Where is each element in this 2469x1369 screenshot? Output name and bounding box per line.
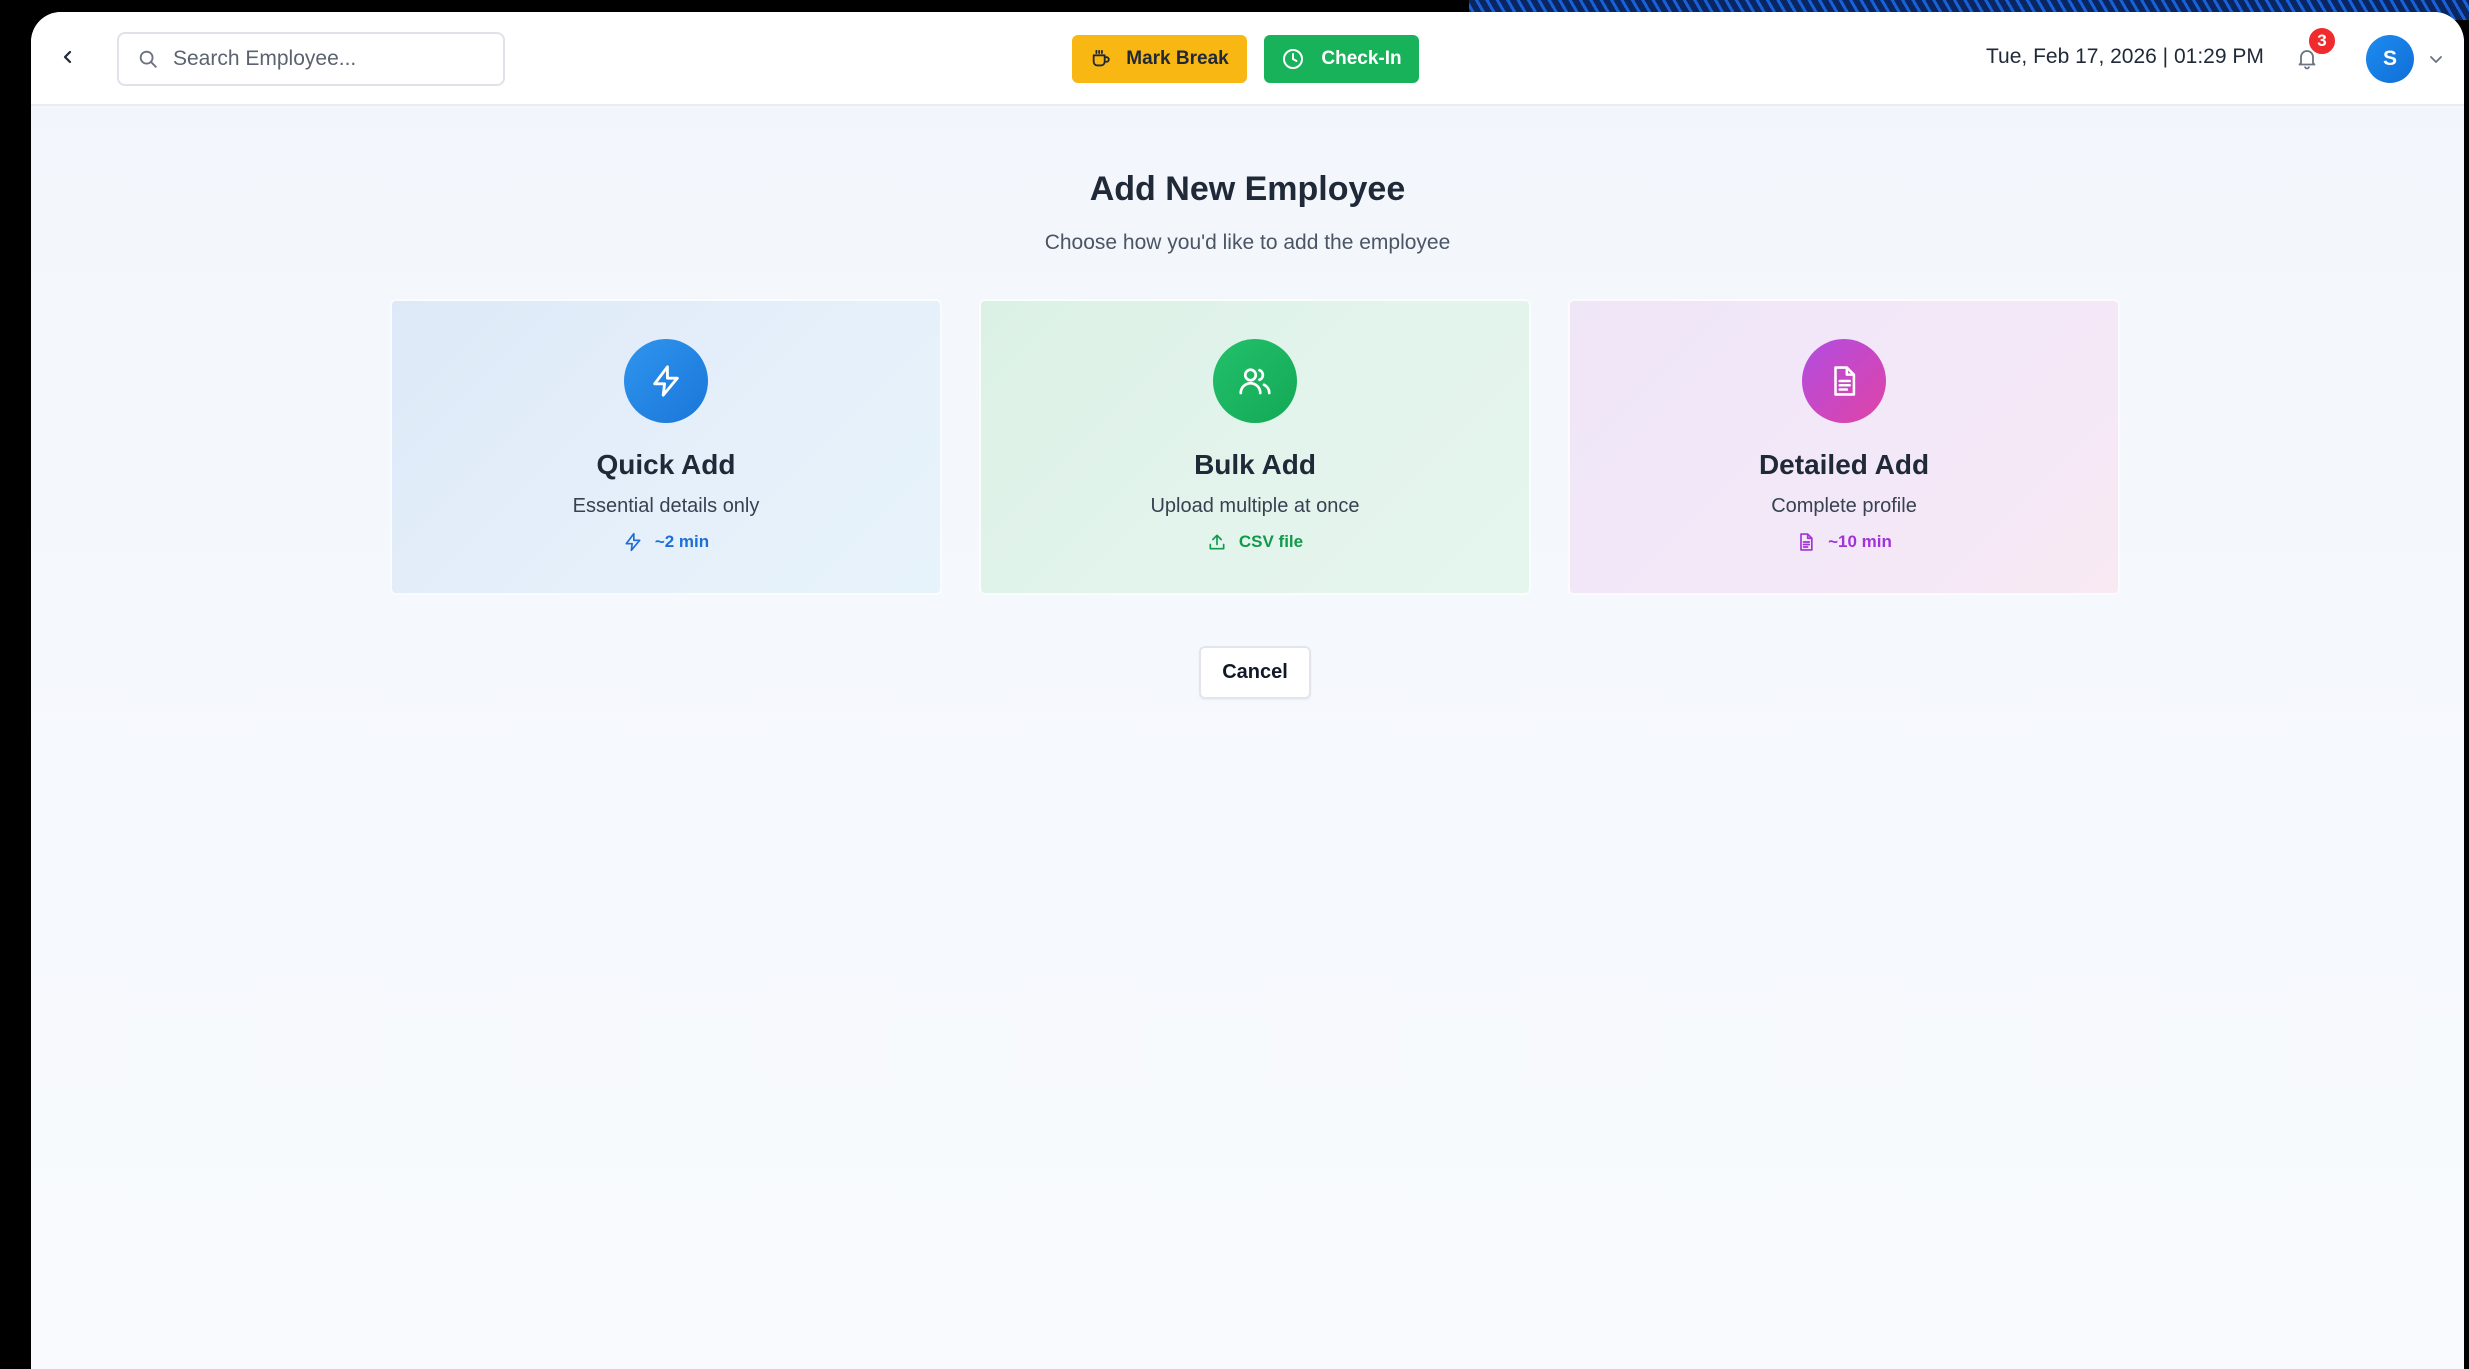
cancel-button[interactable]: Cancel <box>1199 646 1311 699</box>
detailed-add-title: Detailed Add <box>1758 449 1930 480</box>
user-avatar[interactable]: S <box>2366 35 2414 83</box>
notification-badge: 3 <box>2307 26 2337 56</box>
document-icon <box>1800 533 1813 551</box>
search-input[interactable] <box>173 47 493 71</box>
bulk-add-description: Upload multiple at once <box>1150 495 1360 517</box>
top-bar: Mark Break Check-In Tue, Feb 17, 2026 | … <box>31 12 2464 106</box>
coffee-cup-icon <box>1093 49 1110 67</box>
page-title: Add New Employee <box>1089 170 1406 208</box>
app-window: Mark Break Check-In Tue, Feb 17, 2026 | … <box>31 12 2464 1369</box>
detailed-add-card[interactable]: Detailed Add Complete profile ~10 min <box>1568 299 2120 595</box>
quick-add-description: Essential details only <box>572 495 760 517</box>
lightning-icon <box>625 532 641 552</box>
quick-add-icon-circle <box>624 339 708 423</box>
detailed-add-time: ~10 min <box>1828 532 1892 551</box>
search-icon <box>139 50 157 68</box>
search-box[interactable] <box>117 32 505 86</box>
document-icon <box>1834 366 1856 396</box>
check-in-button[interactable]: Check-In <box>1264 35 1419 83</box>
chevron-left-icon <box>63 50 72 64</box>
clock-icon <box>1283 49 1304 69</box>
current-datetime: Tue, Feb 17, 2026 | 01:29 PM <box>1986 45 2264 68</box>
mark-break-label: Mark Break <box>1126 48 1229 69</box>
mark-break-button[interactable]: Mark Break <box>1072 35 1247 83</box>
user-menu-toggle[interactable] <box>2427 50 2445 68</box>
detailed-add-description: Complete profile <box>1771 495 1917 517</box>
chevron-down-icon <box>2430 56 2442 63</box>
bulk-add-meta: CSV file <box>1207 532 1303 552</box>
check-in-label: Check-In <box>1321 48 1402 69</box>
users-icon <box>1239 368 1271 395</box>
upload-icon <box>1209 534 1225 550</box>
quick-add-title: Quick Add <box>596 449 736 480</box>
bulk-add-format: CSV file <box>1238 532 1304 551</box>
back-button[interactable] <box>53 42 83 72</box>
quick-add-time: ~2 min <box>654 532 710 551</box>
page-subtitle: Choose how you'd like to add the employe… <box>1044 231 1451 254</box>
detailed-add-meta: ~10 min <box>1796 532 1892 552</box>
bulk-add-card[interactable]: Bulk Add Upload multiple at once CSV fil… <box>979 299 1531 595</box>
quick-add-meta: ~2 min <box>623 532 709 552</box>
detailed-add-icon-circle <box>1802 339 1886 423</box>
bulk-add-icon-circle <box>1213 339 1297 423</box>
bulk-add-title: Bulk Add <box>1194 449 1316 480</box>
quick-add-card[interactable]: Quick Add Essential details only ~2 min <box>390 299 942 595</box>
lightning-icon <box>653 365 679 397</box>
